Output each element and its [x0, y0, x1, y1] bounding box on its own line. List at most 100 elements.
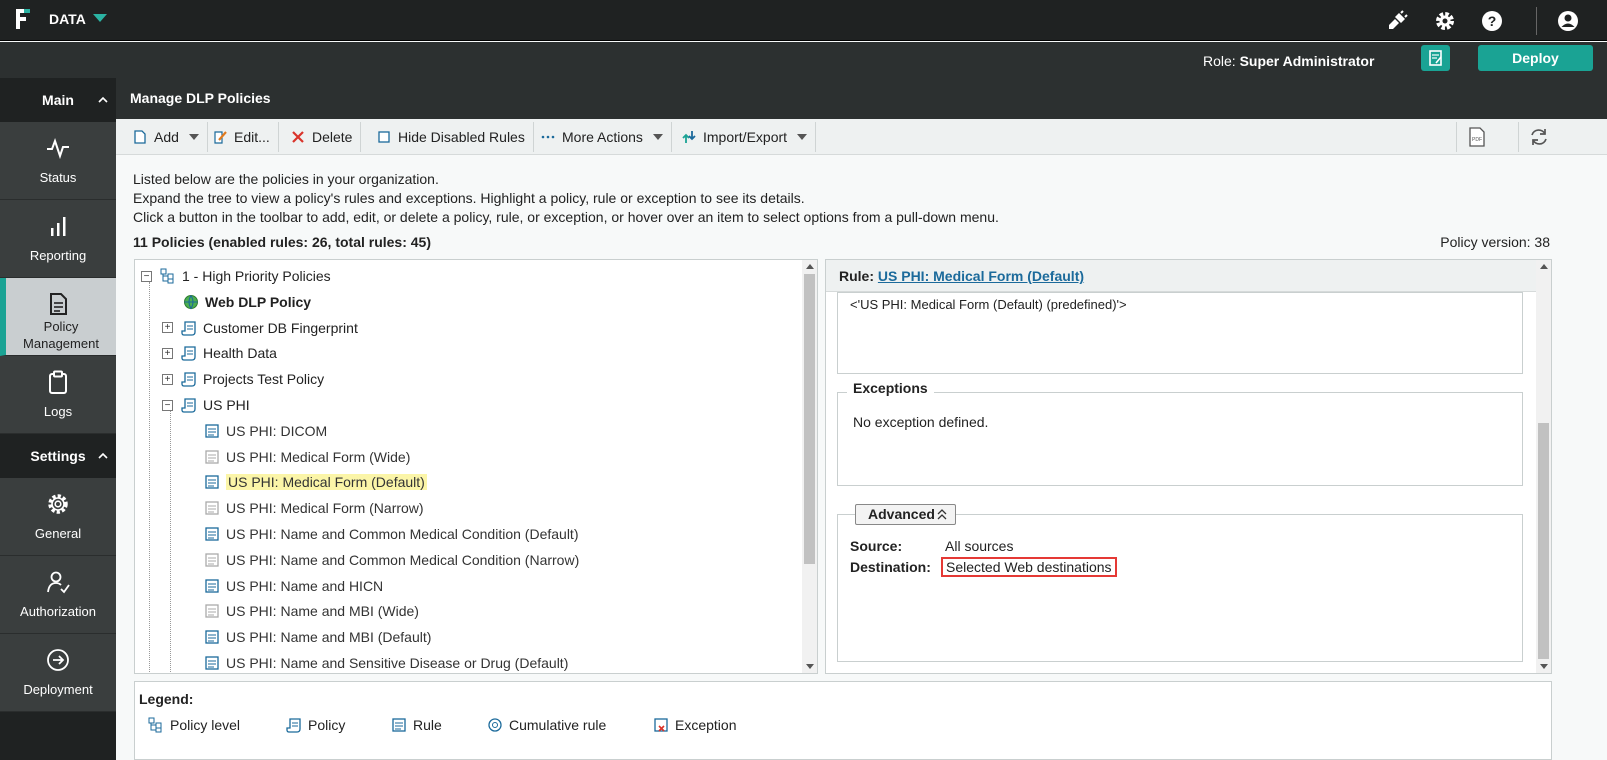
tree-node[interactable]: US PHI: Medical Form (Wide) [204, 446, 410, 468]
user-account-icon[interactable] [1557, 10, 1579, 32]
tree-node-label: US PHI [203, 397, 250, 413]
pulse-icon [47, 138, 69, 160]
tree-node[interactable]: − US PHI [162, 394, 250, 416]
legend-label: Exception [675, 717, 737, 733]
expand-icon[interactable]: + [162, 347, 173, 359]
tree-node[interactable]: US PHI: Name and MBI (Default) [204, 626, 431, 648]
tree-node[interactable]: + Health Data [162, 342, 277, 364]
app-menu-caret-icon[interactable] [93, 14, 107, 22]
tree-node-label: Web DLP Policy [205, 293, 312, 310]
scroll-down-icon[interactable] [1540, 664, 1548, 669]
gear-icon [48, 494, 68, 514]
sidebar-item-status[interactable]: Status [0, 122, 116, 200]
delete-button-label: Delete [312, 129, 353, 145]
expand-icon[interactable]: + [162, 322, 173, 334]
plugin-icon[interactable] [1386, 10, 1408, 32]
legend: Legend: Policy level Policy Rule Cumulat… [134, 681, 1552, 760]
tree-node[interactable]: US PHI: Name and MBI (Wide) [204, 600, 419, 622]
hide-disabled-rules-button[interactable]: Hide Disabled Rules [368, 122, 534, 152]
sidebar-item-label: Reporting [29, 248, 87, 263]
tree-node[interactable]: − 1 - High Priority Policies [141, 265, 331, 287]
tree-node[interactable]: US PHI: Name and Common Medical Conditio… [204, 549, 579, 571]
edit-notes-button[interactable] [1421, 45, 1450, 71]
advanced-box [837, 514, 1523, 662]
web-policy-icon [184, 294, 198, 310]
tree-node-label: US PHI: Name and HICN [226, 577, 384, 594]
rule-expression-box: <'US PHI: Medical Form (Default) (predef… [837, 292, 1523, 374]
scroll-thumb[interactable] [1538, 423, 1549, 659]
tree-scrollbar[interactable] [802, 260, 817, 673]
advanced-label: Advanced [868, 506, 935, 522]
user-check-icon [47, 571, 70, 594]
role-value: Super Administrator [1239, 53, 1375, 69]
sidebar-section-settings[interactable]: Settings [0, 434, 116, 478]
role-label: Role: [1203, 53, 1236, 69]
add-button[interactable]: Add [124, 122, 208, 152]
logo-icon [16, 9, 32, 29]
tree-node-label: US PHI: Medical Form (Narrow) [226, 500, 424, 517]
tree-node[interactable]: US PHI: Medical Form (Narrow) [204, 497, 424, 519]
app-name[interactable]: DATA [49, 11, 86, 27]
rule-icon [205, 656, 219, 670]
scroll-thumb[interactable] [804, 274, 815, 564]
deploy-button[interactable]: Deploy [1478, 45, 1593, 71]
gear-icon[interactable] [1434, 10, 1456, 32]
advanced-toggle-button[interactable]: Advanced [855, 504, 956, 525]
description-line: Click a button in the toolbar to add, ed… [133, 209, 999, 225]
export-pdf-button[interactable]: PDF [1456, 122, 1496, 152]
rule-icon [392, 718, 406, 732]
tree-node[interactable]: + Projects Test Policy [162, 368, 324, 390]
detail-scrollbar[interactable] [1536, 260, 1551, 673]
import-export-button[interactable]: Import/Export [673, 122, 817, 152]
description-line: Expand the tree to view a policy's rules… [133, 190, 805, 206]
sidebar-item-authorization[interactable]: Authorization [0, 556, 116, 634]
sidebar-item-deployment[interactable]: Deployment [0, 634, 116, 712]
scroll-up-icon[interactable] [806, 264, 814, 269]
tree-node-label: Health Data [203, 345, 277, 362]
tree-node-label: US PHI: Medical Form (Default) [226, 474, 427, 491]
tree-node-label: Customer DB Fingerprint [203, 319, 358, 336]
policy-level-icon [160, 268, 174, 284]
chevron-up-icon [98, 452, 108, 459]
tree-node[interactable]: Web DLP Policy [183, 291, 311, 313]
collapse-icon[interactable]: − [141, 270, 152, 282]
arrow-circle-icon [47, 649, 69, 671]
edit-button-label: Edit... [234, 129, 270, 145]
tree-node[interactable]: + Customer DB Fingerprint [162, 317, 358, 339]
sidebar-item-general[interactable]: General [0, 478, 116, 556]
sidebar-section-main[interactable]: Main [0, 78, 116, 122]
rule-icon [205, 475, 219, 490]
delete-button[interactable]: Delete [282, 122, 362, 152]
sidebar-item-policy-management[interactable]: Policy Management [0, 278, 116, 356]
rule-disabled-icon [205, 553, 219, 567]
legend-label: Policy [308, 717, 346, 733]
tree-node-label: US PHI: DICOM [226, 422, 328, 439]
rule-icon [205, 630, 219, 644]
scroll-down-icon[interactable] [806, 664, 814, 669]
tree-node[interactable]: US PHI: Name and Common Medical Conditio… [204, 523, 578, 545]
more-actions-label: More Actions [562, 129, 643, 145]
rule-detail-panel: Rule: US PHI: Medical Form (Default) <'U… [825, 259, 1552, 674]
rule-name-link[interactable]: US PHI: Medical Form (Default) [878, 268, 1084, 284]
tree-node-label: US PHI: Name and MBI (Wide) [226, 603, 419, 620]
scroll-up-icon[interactable] [1540, 264, 1548, 269]
tree-node[interactable]: US PHI: DICOM [204, 420, 327, 442]
edit-button[interactable]: Edit... [204, 122, 279, 152]
help-icon[interactable]: ? [1481, 10, 1503, 32]
tree-node[interactable]: US PHI: Name and HICN [204, 575, 383, 597]
caret-down-icon [652, 134, 663, 140]
sidebar-item-logs[interactable]: Logs [0, 356, 116, 434]
rule-icon [205, 578, 219, 593]
expand-icon[interactable]: + [162, 373, 173, 385]
tree-node[interactable]: US PHI: Medical Form (Default) [204, 471, 427, 493]
tree-node-label: US PHI: Name and Sensitive Disease or Dr… [226, 655, 569, 671]
tree-node[interactable]: US PHI: Name and Sensitive Disease or Dr… [204, 652, 569, 673]
collapse-icon[interactable]: − [162, 399, 173, 411]
refresh-button[interactable] [1518, 122, 1558, 152]
sidebar-item-label: Policy Management [23, 319, 99, 351]
rule-label: Rule: [839, 268, 874, 284]
sidebar-item-reporting[interactable]: Reporting [0, 200, 116, 278]
more-actions-button[interactable]: More Actions [532, 122, 672, 152]
clipboard-icon [49, 370, 67, 394]
source-key: Source: [850, 538, 903, 554]
